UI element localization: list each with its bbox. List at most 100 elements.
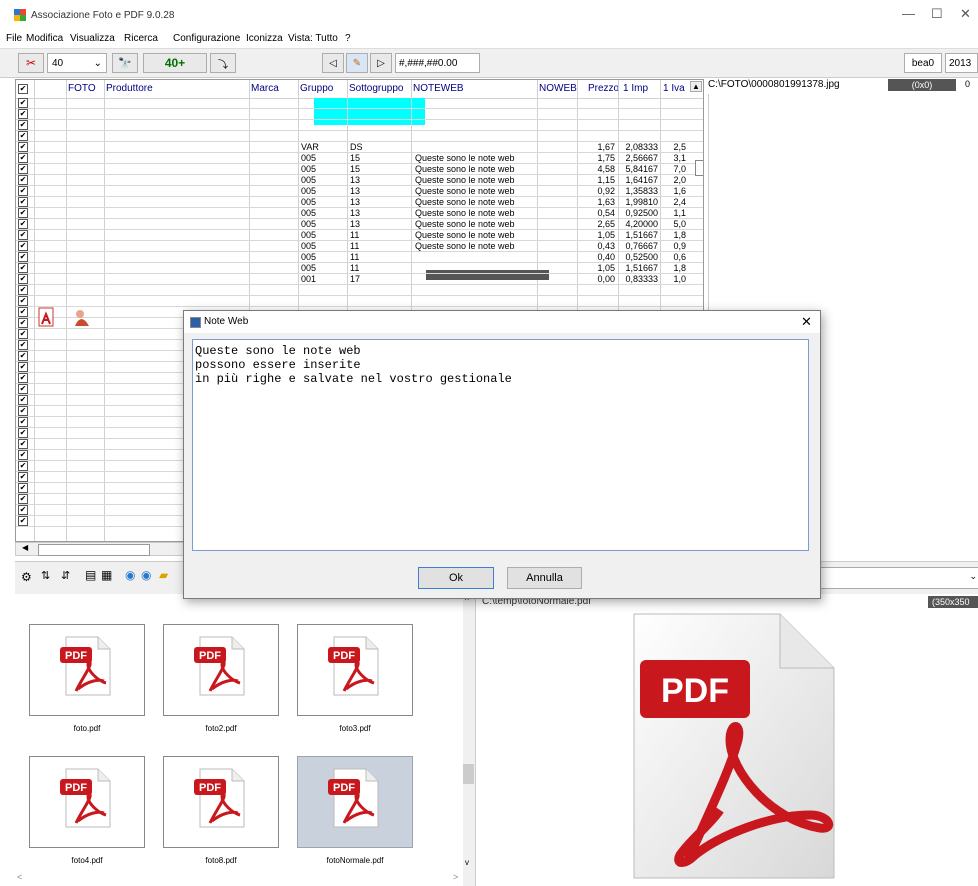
- cell-sottogruppo[interactable]: 11: [350, 263, 359, 273]
- cell-iva[interactable]: 2,0: [662, 175, 686, 185]
- folder-icon[interactable]: ▰: [159, 568, 168, 582]
- cell-prezzo[interactable]: 1,75: [579, 153, 615, 163]
- row-checkbox[interactable]: ✔: [18, 340, 28, 350]
- cell-sottogruppo[interactable]: 11: [350, 230, 359, 240]
- cell-noteweb[interactable]: Queste sono le note web: [415, 219, 515, 229]
- table-row[interactable]: ✔ 005 13 Queste sono le note web 0,54 0,92500…: [16, 208, 703, 219]
- col-noweb[interactable]: NOWEB: [539, 83, 577, 94]
- cell-iva[interactable]: 0,6: [662, 252, 686, 262]
- cell-iva[interactable]: 1,0: [662, 274, 686, 284]
- cell-sottogruppo[interactable]: 13: [350, 197, 360, 207]
- row-checkbox[interactable]: ✔: [18, 439, 28, 449]
- next-button[interactable]: ▷: [370, 53, 392, 73]
- row-checkbox[interactable]: ✔: [18, 252, 28, 262]
- cell-sottogruppo[interactable]: 13: [350, 219, 360, 229]
- table-row[interactable]: ✔ 001 17 0,00 0,83333 1,0: [16, 274, 703, 285]
- menu-vista[interactable]: Vista: Tutto: [288, 33, 338, 44]
- row-checkbox[interactable]: ✔: [18, 450, 28, 460]
- back-icon[interactable]: ◉: [125, 568, 135, 582]
- table-row[interactable]: ✔: [16, 109, 703, 120]
- cell-imp[interactable]: 0,52500: [620, 252, 658, 262]
- cell-noteweb[interactable]: Queste sono le note web: [415, 164, 515, 174]
- note-textarea[interactable]: Queste sono le note web possono essere i…: [192, 339, 809, 551]
- close-icon[interactable]: ✕: [801, 314, 812, 330]
- count-select[interactable]: 40 ⌄: [47, 53, 107, 73]
- row-checkbox[interactable]: ✔: [18, 197, 28, 207]
- sort-asc-icon[interactable]: ⇅: [41, 569, 50, 582]
- cell-sottogruppo[interactable]: 11: [350, 241, 359, 251]
- select-all-checkbox[interactable]: ✔: [18, 84, 28, 94]
- cell-prezzo[interactable]: 0,92: [579, 186, 615, 196]
- cell-gruppo[interactable]: 005: [301, 175, 316, 185]
- menu-modifica[interactable]: Modifica: [26, 33, 63, 44]
- table-row[interactable]: ✔: [16, 120, 703, 131]
- row-checkbox[interactable]: ✔: [18, 164, 28, 174]
- tools-icon[interactable]: ⚙: [21, 570, 32, 584]
- cell-gruppo[interactable]: 005: [301, 252, 316, 262]
- path-combobox[interactable]: ⌄: [820, 567, 978, 589]
- table-row[interactable]: ✔ 005 15 Queste sono le note web 4,58 5,84167…: [16, 164, 703, 175]
- cell-imp[interactable]: 1,51667: [620, 230, 658, 240]
- cell-prezzo[interactable]: 4,58: [579, 164, 615, 174]
- thumbnail-5[interactable]: PDF: [163, 756, 279, 848]
- col-produttore[interactable]: Produttore: [106, 83, 153, 94]
- scroll-right-icon[interactable]: >: [453, 872, 458, 882]
- cell-iva[interactable]: 7,0: [662, 164, 686, 174]
- col-sottogruppo[interactable]: Sottogruppo: [349, 83, 404, 94]
- row-checkbox[interactable]: ✔: [18, 98, 28, 108]
- cell-noteweb[interactable]: Queste sono le note web: [415, 175, 515, 185]
- cell-prezzo[interactable]: 1,63: [579, 197, 615, 207]
- scroll-left-icon[interactable]: <: [17, 872, 22, 882]
- cell-gruppo[interactable]: 005: [301, 241, 316, 251]
- table-row[interactable]: ✔ 005 11 Queste sono le note web 0,40 0,52500…: [16, 252, 703, 263]
- row-checkbox[interactable]: ✔: [18, 241, 28, 251]
- scroll-down-icon[interactable]: v: [465, 858, 469, 867]
- table-row[interactable]: ✔ 005 13 Queste sono le note web 0,92 1,35833…: [16, 186, 703, 197]
- close-icon[interactable]: ✕: [960, 6, 971, 22]
- thumbnail-3[interactable]: PDF: [297, 624, 413, 716]
- cell-sottogruppo[interactable]: DS: [350, 142, 363, 152]
- cell-imp[interactable]: 0,83333: [620, 274, 658, 284]
- table-row[interactable]: ✔ 005 11 Queste sono le note web 1,05 1,51667…: [16, 230, 703, 241]
- table-row[interactable]: ✔: [16, 131, 703, 142]
- cell-imp[interactable]: 4,20000: [620, 219, 658, 229]
- row-checkbox[interactable]: ✔: [18, 142, 28, 152]
- cell-imp[interactable]: 0,92500: [620, 208, 658, 218]
- row-checkbox[interactable]: ✔: [18, 131, 28, 141]
- format-input[interactable]: #,###,##0.00: [395, 53, 480, 73]
- cell-iva[interactable]: 5,0: [662, 219, 686, 229]
- grid-scroll-thumb[interactable]: [695, 160, 703, 176]
- cell-gruppo[interactable]: 005: [301, 153, 316, 163]
- cell-iva[interactable]: 2,5: [662, 142, 686, 152]
- cell-gruppo[interactable]: 005: [301, 164, 316, 174]
- col-imp[interactable]: 1 Imp: [623, 83, 648, 94]
- row-checkbox[interactable]: ✔: [18, 516, 28, 526]
- cell-sottogruppo[interactable]: 13: [350, 175, 360, 185]
- table-row[interactable]: ✔ 005 15 Queste sono le note web 1,75 2,56667…: [16, 153, 703, 164]
- cell-imp[interactable]: 2,08333: [620, 142, 658, 152]
- cell-gruppo[interactable]: 001: [301, 274, 316, 284]
- cell-prezzo[interactable]: 0,54: [579, 208, 615, 218]
- row-checkbox[interactable]: ✔: [18, 483, 28, 493]
- table-row[interactable]: ✔ 005 11 Queste sono le note web 0,43 0,76667…: [16, 241, 703, 252]
- cell-imp[interactable]: 1,99810: [620, 197, 658, 207]
- user-field[interactable]: bea0: [904, 53, 942, 73]
- row-checkbox[interactable]: ✔: [18, 263, 28, 273]
- cell-gruppo[interactable]: 005: [301, 230, 316, 240]
- cell-prezzo[interactable]: 1,05: [579, 263, 615, 273]
- menu-file[interactable]: File: [6, 33, 22, 44]
- cell-iva[interactable]: 1,8: [662, 263, 686, 273]
- cancel-button[interactable]: Annulla: [507, 567, 582, 589]
- minimize-icon[interactable]: —: [902, 6, 915, 21]
- cell-imp[interactable]: 0,76667: [620, 241, 658, 251]
- row-checkbox[interactable]: ✔: [18, 208, 28, 218]
- cell-gruppo[interactable]: 005: [301, 219, 316, 229]
- cell-gruppo[interactable]: 005: [301, 208, 316, 218]
- cell-prezzo[interactable]: 1,15: [579, 175, 615, 185]
- col-marca[interactable]: Marca: [251, 83, 279, 94]
- col-gruppo[interactable]: Gruppo: [300, 83, 333, 94]
- row-checkbox[interactable]: ✔: [18, 296, 28, 306]
- cell-sottogruppo[interactable]: 13: [350, 186, 360, 196]
- cut-tool-button[interactable]: ✂: [18, 53, 44, 73]
- view-list-icon[interactable]: ▤: [85, 568, 96, 582]
